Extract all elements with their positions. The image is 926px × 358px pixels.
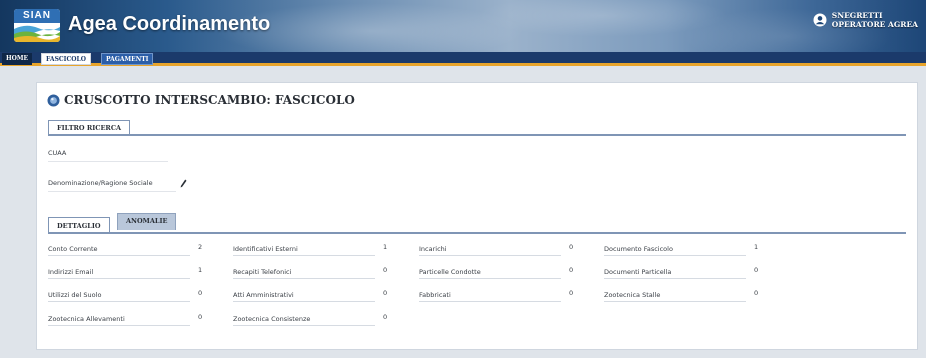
detail-label: Zootecnica Allevamenti	[48, 315, 125, 323]
page-title-row: CRUSCOTTO INTERSCAMBIO: FASCICOLO	[47, 93, 355, 107]
tab-home[interactable]: HOME	[2, 53, 33, 65]
detail-label: Atti Amministrativi	[233, 291, 294, 299]
detail-underline	[233, 255, 375, 256]
field-label-cuaa: CUAA	[48, 149, 67, 157]
logo-text: SIAN	[14, 9, 60, 23]
detail-underline	[419, 255, 561, 256]
detail-underline	[48, 255, 190, 256]
tab-dettaglio[interactable]: DETTAGLIO	[48, 217, 110, 233]
sian-logo-icon[interactable]: SIAN	[14, 9, 60, 42]
detail-value[interactable]: 0	[383, 266, 387, 274]
main-panel: CRUSCOTTO INTERSCAMBIO: FASCICOLO FILTRO…	[36, 82, 918, 350]
detail-underline	[233, 301, 375, 302]
detail-label: Indirizzi Email	[48, 268, 94, 276]
logo-wave-icon	[14, 25, 60, 42]
detail-value[interactable]: 2	[198, 243, 202, 251]
detail-label: Utilizzi del Suolo	[48, 291, 102, 299]
detail-underline	[48, 325, 190, 326]
app-title: Agea Coordinamento	[68, 13, 271, 35]
detail-value[interactable]: 1	[383, 243, 387, 251]
tab-anomalie[interactable]: ANOMALIE	[117, 213, 177, 230]
pencil-icon[interactable]	[180, 179, 187, 188]
user-name: SNEGRETTI	[831, 11, 883, 20]
user-icon	[813, 13, 827, 27]
user-info: SNEGRETTI OPERATORE AGREA	[832, 11, 918, 29]
page-title: CRUSCOTTO INTERSCAMBIO: FASCICOLO	[64, 93, 355, 107]
detail-underline	[48, 301, 190, 302]
detail-value[interactable]: 0	[754, 289, 758, 297]
detail-value[interactable]: 0	[569, 289, 573, 297]
cuaa-field[interactable]	[48, 161, 168, 162]
detail-underline	[48, 278, 190, 279]
app-header: SIAN Agea Coordinamento SNEGRETTI OPERAT…	[0, 0, 926, 52]
tab-pagamenti[interactable]: PAGAMENTI	[101, 53, 154, 65]
detail-label: Zootecnica Stalle	[604, 291, 661, 299]
detail-label: Identificativi Esterni	[233, 245, 298, 253]
detail-label: Particelle Condotte	[419, 268, 481, 276]
detail-label: Conto Corrente	[48, 245, 98, 253]
detail-underline	[604, 255, 746, 256]
detail-underline	[604, 278, 746, 279]
detail-value[interactable]: 0	[569, 243, 573, 251]
detail-value[interactable]: 0	[383, 313, 387, 321]
detail-value[interactable]: 1	[198, 266, 202, 274]
detail-value[interactable]: 0	[383, 289, 387, 297]
detail-underline	[233, 278, 375, 279]
tab-filtro-ricerca[interactable]: FILTRO RICERCA	[48, 120, 131, 135]
detail-label: Documento Fascicolo	[604, 245, 673, 253]
tab-underline	[48, 134, 906, 136]
user-box[interactable]: SNEGRETTI OPERATORE AGREA	[813, 11, 918, 29]
detail-underline	[233, 325, 375, 326]
tab-underline	[48, 232, 906, 234]
detail-underline	[419, 278, 561, 279]
detail-value[interactable]: 0	[198, 313, 202, 321]
tab-fascicolo[interactable]: FASCICOLO	[41, 53, 91, 65]
detail-underline	[419, 301, 561, 302]
detail-label: Recapiti Telefonici	[233, 268, 292, 276]
detail-label: Documenti Particella	[604, 268, 672, 276]
detail-value[interactable]: 0	[198, 289, 202, 297]
detail-value[interactable]: 1	[754, 243, 758, 251]
field-label-denominazione: Denominazione/Ragione Sociale	[48, 179, 153, 187]
nav-bar: HOME FASCICOLO PAGAMENTI	[0, 52, 926, 66]
detail-label: Incarichi	[419, 245, 447, 253]
detail-label: Fabbricati	[419, 291, 451, 299]
user-role: OPERATORE AGREA	[831, 20, 918, 29]
detail-value[interactable]: 0	[754, 266, 758, 274]
detail-label: Zootecnica Consistenze	[233, 315, 311, 323]
detail-underline	[604, 301, 746, 302]
detail-value[interactable]: 0	[569, 266, 573, 274]
denominazione-field[interactable]	[48, 191, 176, 192]
blue-circle-icon	[47, 94, 60, 106]
